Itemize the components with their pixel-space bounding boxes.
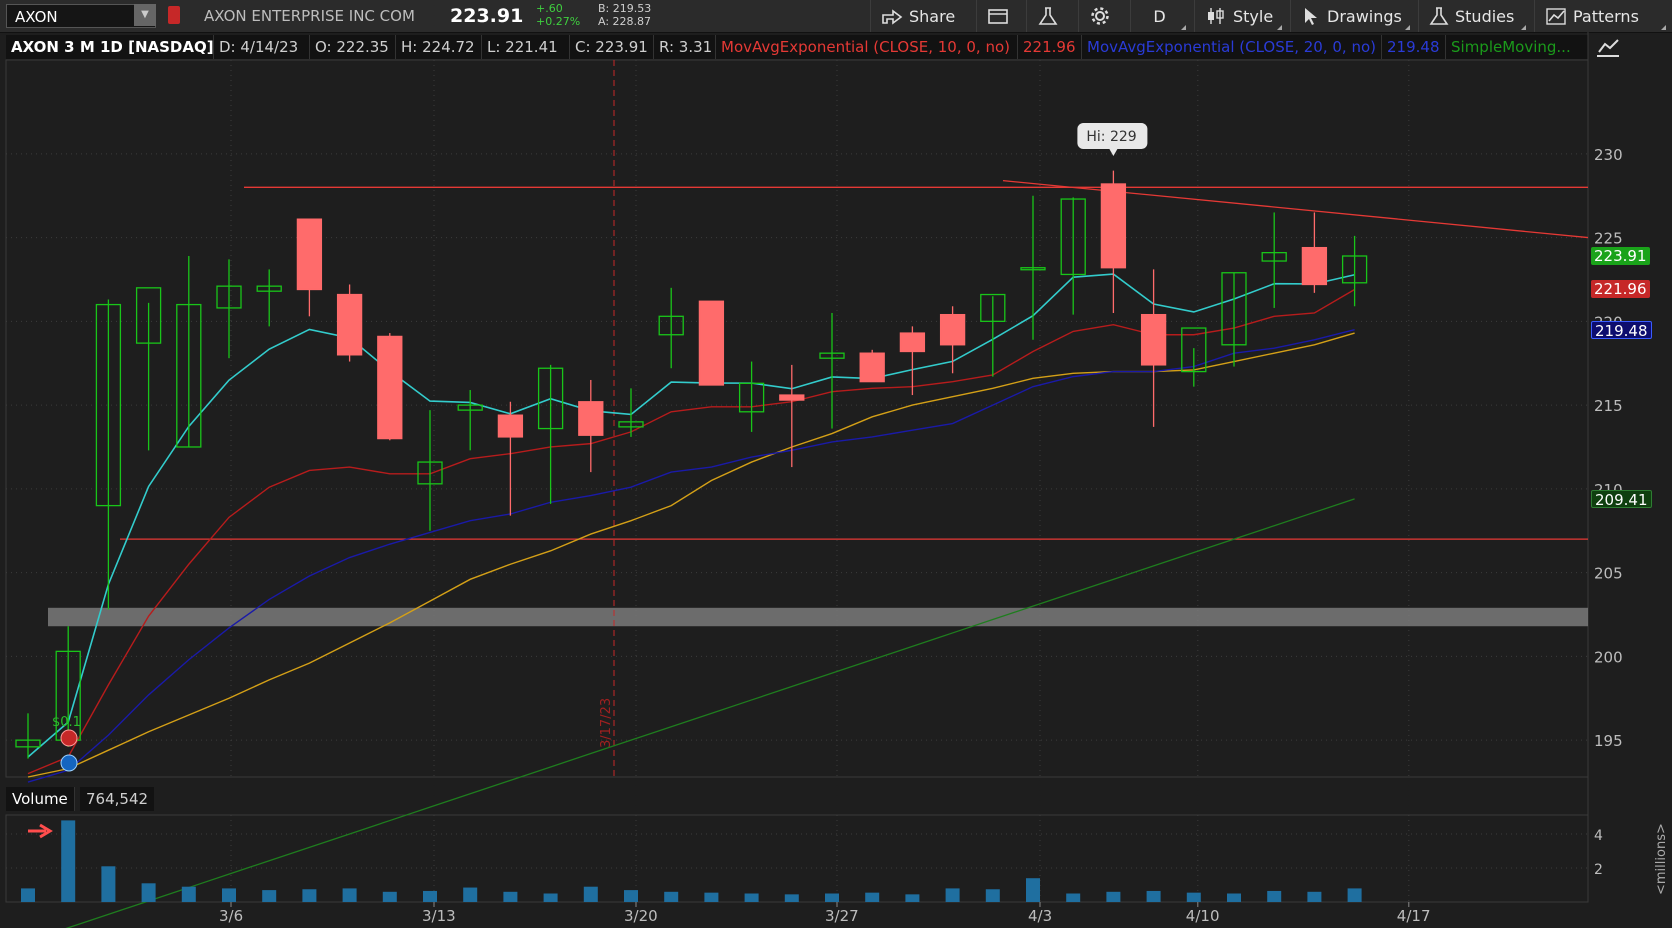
volume-bar xyxy=(1066,893,1081,902)
volume-bar xyxy=(262,890,277,902)
level-lines xyxy=(48,60,1589,777)
candle-body xyxy=(578,401,604,436)
volume-bar xyxy=(503,891,518,902)
plot-border xyxy=(5,59,1589,778)
x-tick-label: 4/10 xyxy=(1186,907,1220,925)
gold-ma-line xyxy=(27,332,1355,778)
volume-tick-label: 2 xyxy=(1594,862,1603,878)
y-tick-label: 230 xyxy=(1594,146,1623,164)
volume-bar xyxy=(664,891,679,902)
volume-bar xyxy=(624,890,638,902)
sma-price-label: 209.41 xyxy=(1591,489,1652,509)
volume-bar xyxy=(181,886,196,902)
y-tick-label: 225 xyxy=(1594,230,1623,248)
volume-bar xyxy=(463,887,478,902)
ema10-price-label: 221.96 xyxy=(1591,279,1650,298)
volume-bar xyxy=(1307,891,1322,902)
volume-bar xyxy=(21,888,35,902)
volume-bar xyxy=(784,894,799,902)
x-tick-label: 3/27 xyxy=(825,907,859,925)
x-tick-label: 3/6 xyxy=(219,907,243,925)
volume-bar xyxy=(1146,890,1161,902)
ema20-price-label: 219.48 xyxy=(1591,321,1652,340)
volume-bar xyxy=(945,888,960,902)
candle-body xyxy=(779,394,805,401)
volume-label: Volume xyxy=(6,787,75,811)
volume-bar xyxy=(744,893,759,902)
candle-body xyxy=(939,313,966,346)
y-tick-label: 205 xyxy=(1594,565,1623,583)
candle-body xyxy=(296,218,323,291)
volume-bar xyxy=(583,886,598,902)
volume-bar xyxy=(302,889,317,902)
candles xyxy=(15,170,1368,759)
volume-bar xyxy=(61,820,76,902)
volume-value: 764,542 xyxy=(80,787,155,811)
volume-bar xyxy=(1026,878,1040,902)
arrow-icon xyxy=(28,823,53,839)
candle-body xyxy=(336,293,363,356)
volume-bar xyxy=(704,892,719,902)
sma-line xyxy=(65,498,1355,928)
last-price-label: 223.91 xyxy=(1591,246,1650,265)
support-zone xyxy=(48,607,1588,627)
volume-bars xyxy=(21,820,1362,902)
axes: 1952002052102152202252303/63/133/203/274… xyxy=(219,146,1669,925)
volume-bar xyxy=(101,866,116,902)
candle-body xyxy=(377,335,403,440)
trend-line xyxy=(1002,179,1589,239)
candle-body xyxy=(698,300,725,386)
volume-bar xyxy=(342,888,357,902)
high-callout-pointer xyxy=(1109,149,1118,156)
volume-bar xyxy=(1347,888,1362,902)
annotations: 3/17/23 Hi: 229 $0.1 xyxy=(28,123,1148,839)
volume-unit-label: <millions> xyxy=(1654,823,1669,895)
volume-bar xyxy=(423,890,437,902)
y-tick-label: 215 xyxy=(1594,397,1623,415)
y-tick-label: 200 xyxy=(1594,648,1623,666)
volume-bar xyxy=(382,891,397,902)
volume-bar xyxy=(1267,890,1282,902)
volume-bar xyxy=(222,888,236,902)
event-marker-icon xyxy=(60,729,78,747)
ema20-line xyxy=(27,329,1355,783)
volume-bar xyxy=(825,893,839,902)
volume-tick-label: 4 xyxy=(1594,828,1603,844)
candle-body xyxy=(899,332,926,353)
moving-average-lines xyxy=(27,273,1355,928)
candle-body xyxy=(1140,313,1167,366)
volume-bar xyxy=(1186,892,1201,902)
volume-bar xyxy=(1106,891,1121,902)
volume-bar xyxy=(1227,893,1241,902)
volume-bar xyxy=(543,893,558,902)
candle-body xyxy=(859,352,885,383)
grid xyxy=(5,32,1589,903)
dividend-marker-icon xyxy=(60,754,78,772)
x-tick-label: 4/17 xyxy=(1397,907,1431,925)
y-tick-label: 195 xyxy=(1594,732,1623,750)
x-tick-label: 3/20 xyxy=(624,907,658,925)
candle-body xyxy=(1301,246,1328,286)
volume-bar xyxy=(905,894,920,902)
high-callout-label: Hi: 229 xyxy=(1086,129,1136,145)
candle-body xyxy=(1100,183,1127,269)
candle-body xyxy=(497,414,524,438)
volume-bar xyxy=(865,892,880,902)
x-tick-label: 4/3 xyxy=(1028,907,1052,925)
dividend-label: $0.1 xyxy=(52,715,81,730)
volume-bar xyxy=(141,883,156,902)
date-marker-label: 3/17/23 xyxy=(599,698,614,748)
price-chart[interactable]: 1952002052102152202252303/63/133/203/274… xyxy=(0,0,1672,928)
x-tick-label: 3/13 xyxy=(422,907,456,925)
volume-bar xyxy=(985,889,1000,902)
